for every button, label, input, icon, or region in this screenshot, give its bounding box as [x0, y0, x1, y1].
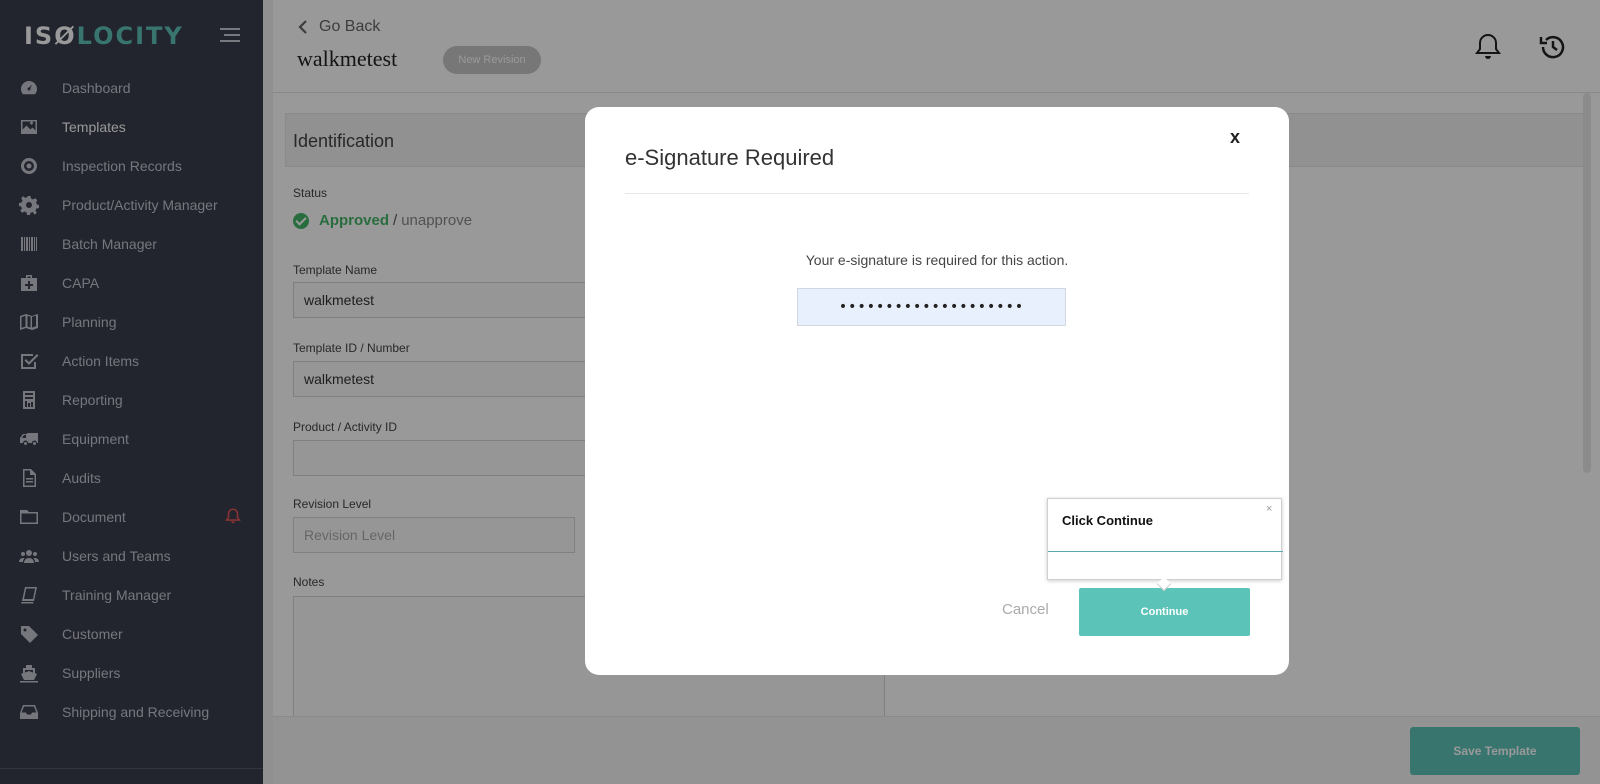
cancel-button[interactable]: Cancel: [1002, 601, 1049, 618]
modal-divider: [625, 193, 1249, 194]
walkthrough-tooltip: Click Continue ×: [1047, 498, 1283, 592]
tooltip-close-icon[interactable]: ×: [1266, 503, 1272, 515]
tooltip-divider: [1048, 551, 1283, 552]
continue-button[interactable]: Continue: [1079, 588, 1250, 636]
modal-message: Your e-signature is required for this ac…: [805, 252, 1069, 268]
modal-close-button[interactable]: x: [1230, 127, 1240, 148]
e-signature-modal: e-Signature Required x Your e-signature …: [585, 107, 1289, 675]
modal-title: e-Signature Required: [625, 145, 835, 170]
e-signature-password-input[interactable]: ••••••••••••••••••••: [797, 288, 1066, 326]
tooltip-text: Click Continue: [1062, 513, 1154, 528]
